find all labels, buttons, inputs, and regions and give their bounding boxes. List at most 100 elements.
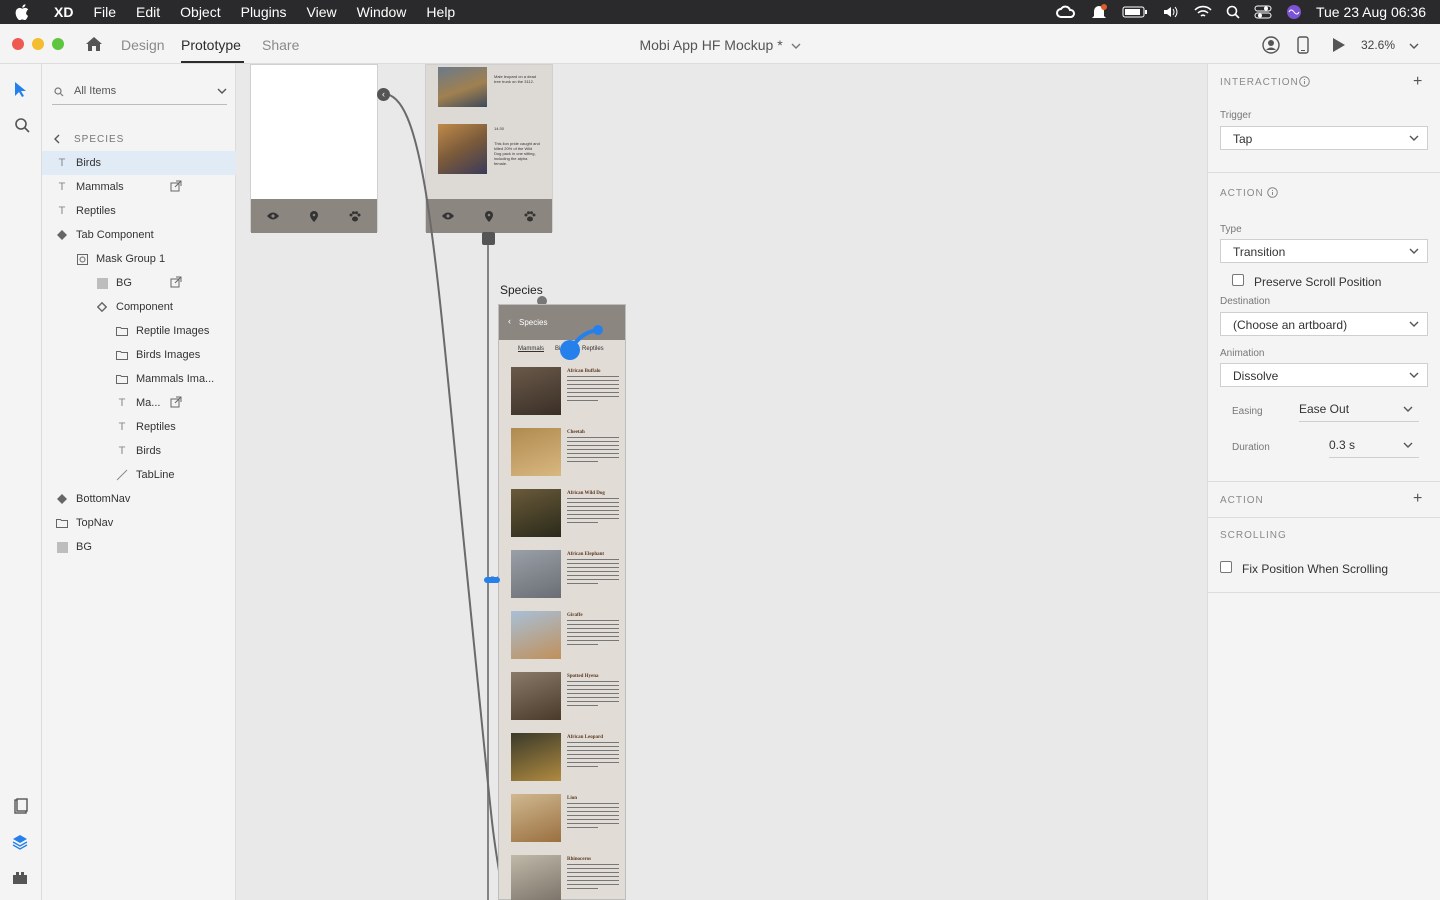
document-assets-icon[interactable] (13, 798, 29, 817)
folder-icon (115, 324, 129, 338)
layer-birds[interactable]: T Birds (42, 151, 236, 175)
interaction-section: INTERACTION (1220, 77, 1299, 88)
menu-object[interactable]: Object (170, 4, 230, 20)
battery-icon[interactable] (1122, 6, 1148, 18)
add-action-icon[interactable]: + (1413, 490, 1422, 508)
text-layer-icon: T (118, 445, 126, 457)
layers-icon[interactable] (12, 834, 28, 853)
zoom-level[interactable]: 32.6% (1361, 38, 1395, 52)
menu-file[interactable]: File (83, 4, 126, 20)
search-placeholder: All Items (74, 85, 117, 97)
tab-design[interactable]: Design (121, 37, 165, 53)
chevron-down-icon (1409, 321, 1419, 327)
layer-birds-images[interactable]: Birds Images (42, 343, 236, 367)
property-inspector: INTERACTION + Trigger Tap ACTION Type Tr… (1207, 64, 1440, 900)
trigger-dropdown[interactable]: Tap (1220, 126, 1428, 150)
close-window-button[interactable] (12, 38, 24, 50)
mask-icon (75, 252, 89, 266)
wifi-icon[interactable] (1194, 5, 1212, 19)
zoom-tool-icon[interactable] (14, 117, 30, 136)
fix-position-label: Fix Position When Scrolling (1242, 562, 1389, 576)
folder-icon (55, 516, 69, 530)
link-icon[interactable] (170, 180, 182, 192)
minimize-window-button[interactable] (32, 38, 44, 50)
info-icon[interactable] (1299, 76, 1310, 87)
link-icon[interactable] (170, 276, 182, 288)
animation-dropdown[interactable]: Dissolve (1220, 363, 1428, 387)
document-title[interactable]: Mobi App HF Mockup * (620, 37, 820, 53)
share-user-icon[interactable] (1262, 36, 1280, 57)
menubar-clock[interactable]: Tue 23 Aug 06:36 (1316, 4, 1426, 20)
zoom-chevron-icon[interactable] (1409, 40, 1419, 52)
add-interaction-icon[interactable]: + (1413, 73, 1422, 91)
chevron-down-icon (217, 88, 227, 94)
play-icon[interactable] (1332, 37, 1346, 56)
text-layer-icon: T (118, 397, 126, 409)
chevron-down-icon (1409, 135, 1419, 141)
destination-label: Destination (1220, 296, 1271, 307)
layer-reptiles[interactable]: T Reptiles (42, 199, 236, 223)
duration-dropdown[interactable]: 0.3 s (1329, 436, 1419, 458)
menu-view[interactable]: View (297, 4, 347, 20)
menu-window[interactable]: Window (347, 4, 417, 20)
action-section: ACTION (1220, 188, 1264, 199)
scrolling-section: SCROLLING (1220, 530, 1287, 541)
rectangle-icon (95, 276, 109, 290)
layer-component[interactable]: Component (42, 295, 236, 319)
info-icon[interactable] (1267, 187, 1278, 198)
layer-tabline[interactable]: TabLine (42, 463, 236, 487)
action2-section: ACTION (1220, 495, 1264, 506)
menu-plugins[interactable]: Plugins (231, 4, 297, 20)
layer-bg-inner[interactable]: BG (42, 271, 236, 295)
search-field[interactable]: All Items (52, 79, 227, 105)
menu-help[interactable]: Help (416, 4, 465, 20)
control-center-icon[interactable] (1254, 5, 1272, 19)
tab-share[interactable]: Share (262, 37, 299, 53)
type-dropdown[interactable]: Transition (1220, 239, 1428, 263)
scroll-marker[interactable] (484, 577, 500, 583)
layer-reptiles-text[interactable]: T Reptiles (42, 415, 236, 439)
text-layer-icon: T (58, 157, 66, 169)
layer-bg[interactable]: BG (42, 535, 236, 559)
zoom-window-button[interactable] (52, 38, 64, 50)
line-icon (115, 468, 129, 482)
duration-label: Duration (1232, 442, 1270, 453)
siri-icon[interactable] (1286, 4, 1302, 20)
select-tool-icon[interactable] (14, 81, 26, 100)
menu-edit[interactable]: Edit (126, 4, 170, 20)
layer-topnav[interactable]: TopNav (42, 511, 236, 535)
folder-icon (115, 372, 129, 386)
chevron-down-icon (1409, 372, 1419, 378)
destination-dropdown[interactable]: (Choose an artboard) (1220, 312, 1428, 336)
chevron-left-icon (54, 134, 60, 144)
app-menu[interactable]: XD (44, 4, 83, 20)
notification-icon[interactable] (1090, 4, 1108, 20)
breadcrumb[interactable]: SPECIES (42, 127, 236, 151)
link-icon[interactable] (170, 396, 182, 408)
preserve-scroll-checkbox[interactable] (1232, 274, 1244, 286)
layer-bottomnav[interactable]: BottomNav (42, 487, 236, 511)
wire-start-handle[interactable] (560, 340, 580, 360)
plugins-icon[interactable] (12, 870, 28, 889)
layer-ma-text[interactable]: T Ma... (42, 391, 236, 415)
creative-cloud-icon[interactable] (1055, 5, 1076, 19)
layer-mammals[interactable]: T Mammals (42, 175, 236, 199)
text-layer-icon: T (118, 421, 126, 433)
apple-icon[interactable] (0, 4, 44, 20)
search-icon[interactable] (1226, 5, 1240, 19)
layer-mask-group[interactable]: Mask Group 1 (42, 247, 236, 271)
device-preview-icon[interactable] (1297, 36, 1309, 57)
volume-icon[interactable] (1162, 5, 1180, 19)
layer-birds-text[interactable]: T Birds (42, 439, 236, 463)
home-icon[interactable] (85, 36, 103, 55)
chevron-down-icon (1409, 248, 1419, 254)
layer-reptile-images[interactable]: Reptile Images (42, 319, 236, 343)
tab-prototype[interactable]: Prototype (181, 37, 241, 53)
design-canvas[interactable]: Male leopard on a dead tree trunk on the… (236, 64, 1207, 900)
layer-mammals-images[interactable]: Mammals Ima... (42, 367, 236, 391)
layer-tab-component[interactable]: Tab Component (42, 223, 236, 247)
divider (1208, 481, 1440, 482)
easing-dropdown[interactable]: Ease Out (1299, 400, 1419, 422)
fix-position-checkbox[interactable] (1220, 561, 1232, 573)
folder-icon (115, 348, 129, 362)
